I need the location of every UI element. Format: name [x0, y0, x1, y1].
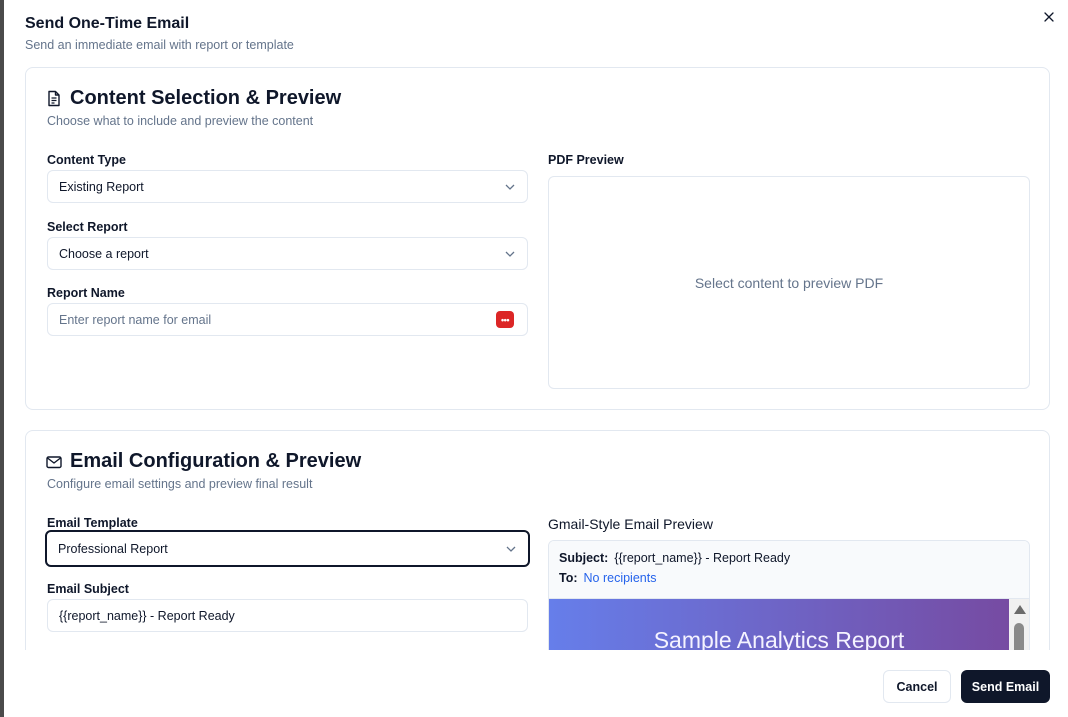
- email-preview-body: Sample Analytics Report: [549, 599, 1009, 650]
- email-preview-panel: Subject: {{report_name}} - Report Ready …: [548, 540, 1030, 650]
- email-section-description: Configure email settings and preview fin…: [47, 477, 313, 491]
- select-report-label: Select Report: [47, 220, 128, 234]
- select-report-value: Choose a report: [59, 246, 149, 261]
- send-email-button[interactable]: Send Email: [961, 670, 1050, 703]
- dialog-title: Send One-Time Email: [25, 15, 190, 32]
- chevron-down-icon: [506, 546, 516, 552]
- report-name-input[interactable]: Enter report name for email •••: [47, 303, 528, 336]
- content-type-label: Content Type: [47, 153, 126, 167]
- email-preview-subject-label: Subject:: [559, 551, 609, 565]
- email-template-value: Professional Report: [58, 541, 168, 556]
- email-preview-subject-value: {{report_name}} - Report Ready: [614, 551, 791, 565]
- email-preview-subject-row: Subject: {{report_name}} - Report Ready: [559, 551, 1019, 571]
- mail-icon: [46, 455, 62, 468]
- email-section-title: Email Configuration & Preview: [70, 450, 362, 472]
- email-template-select[interactable]: Professional Report: [45, 530, 530, 567]
- email-preview-to-label: To:: [559, 571, 578, 585]
- report-name-label: Report Name: [47, 286, 125, 300]
- content-section-title: Content Selection & Preview: [70, 87, 342, 109]
- cancel-button[interactable]: Cancel: [883, 670, 951, 703]
- scroll-up-arrow-icon[interactable]: [1014, 605, 1026, 614]
- window-edge: [0, 0, 4, 717]
- pdf-preview-empty-text: Select content to preview PDF: [694, 274, 884, 291]
- dialog-subtitle: Send an immediate email with report or t…: [25, 38, 294, 52]
- email-preview-label: Gmail-Style Email Preview: [548, 516, 713, 532]
- email-preview-header: Subject: {{report_name}} - Report Ready …: [549, 541, 1029, 599]
- document-icon: [48, 90, 60, 107]
- email-subject-label: Email Subject: [47, 582, 129, 596]
- email-preview-to-row: To: No recipients: [559, 571, 1019, 591]
- dialog-scroll-area[interactable]: Content Selection & Preview Choose what …: [25, 67, 1050, 650]
- report-name-placeholder: Enter report name for email: [59, 312, 212, 327]
- scrollbar-thumb[interactable]: [1014, 623, 1024, 650]
- close-button[interactable]: [1040, 8, 1058, 26]
- email-configuration-card: Email Configuration & Preview Configure …: [25, 430, 1050, 650]
- content-section-description: Choose what to include and preview the c…: [47, 114, 314, 128]
- chevron-down-icon: [505, 184, 515, 190]
- pdf-preview-label: PDF Preview: [548, 153, 624, 167]
- password-manager-icon[interactable]: •••: [496, 311, 514, 328]
- email-preview-to-value: No recipients: [583, 571, 657, 585]
- email-section-header: Email Configuration & Preview: [46, 450, 361, 473]
- chevron-down-icon: [505, 251, 515, 257]
- email-preview-scrollbar[interactable]: [1009, 599, 1029, 650]
- email-subject-input[interactable]: {{report_name}} - Report Ready: [47, 599, 528, 632]
- close-icon: [1044, 12, 1054, 22]
- content-type-value: Existing Report: [59, 179, 144, 194]
- email-template-label: Email Template: [47, 516, 138, 530]
- content-selection-card: Content Selection & Preview Choose what …: [25, 67, 1050, 410]
- email-preview-hero-title: Sample Analytics Report: [653, 627, 905, 650]
- email-subject-value: {{report_name}} - Report Ready: [59, 608, 235, 623]
- select-report-select[interactable]: Choose a report: [47, 237, 528, 270]
- content-type-select[interactable]: Existing Report: [47, 170, 528, 203]
- content-section-header: Content Selection & Preview: [46, 87, 341, 110]
- pdf-preview-panel: Select content to preview PDF: [548, 176, 1030, 389]
